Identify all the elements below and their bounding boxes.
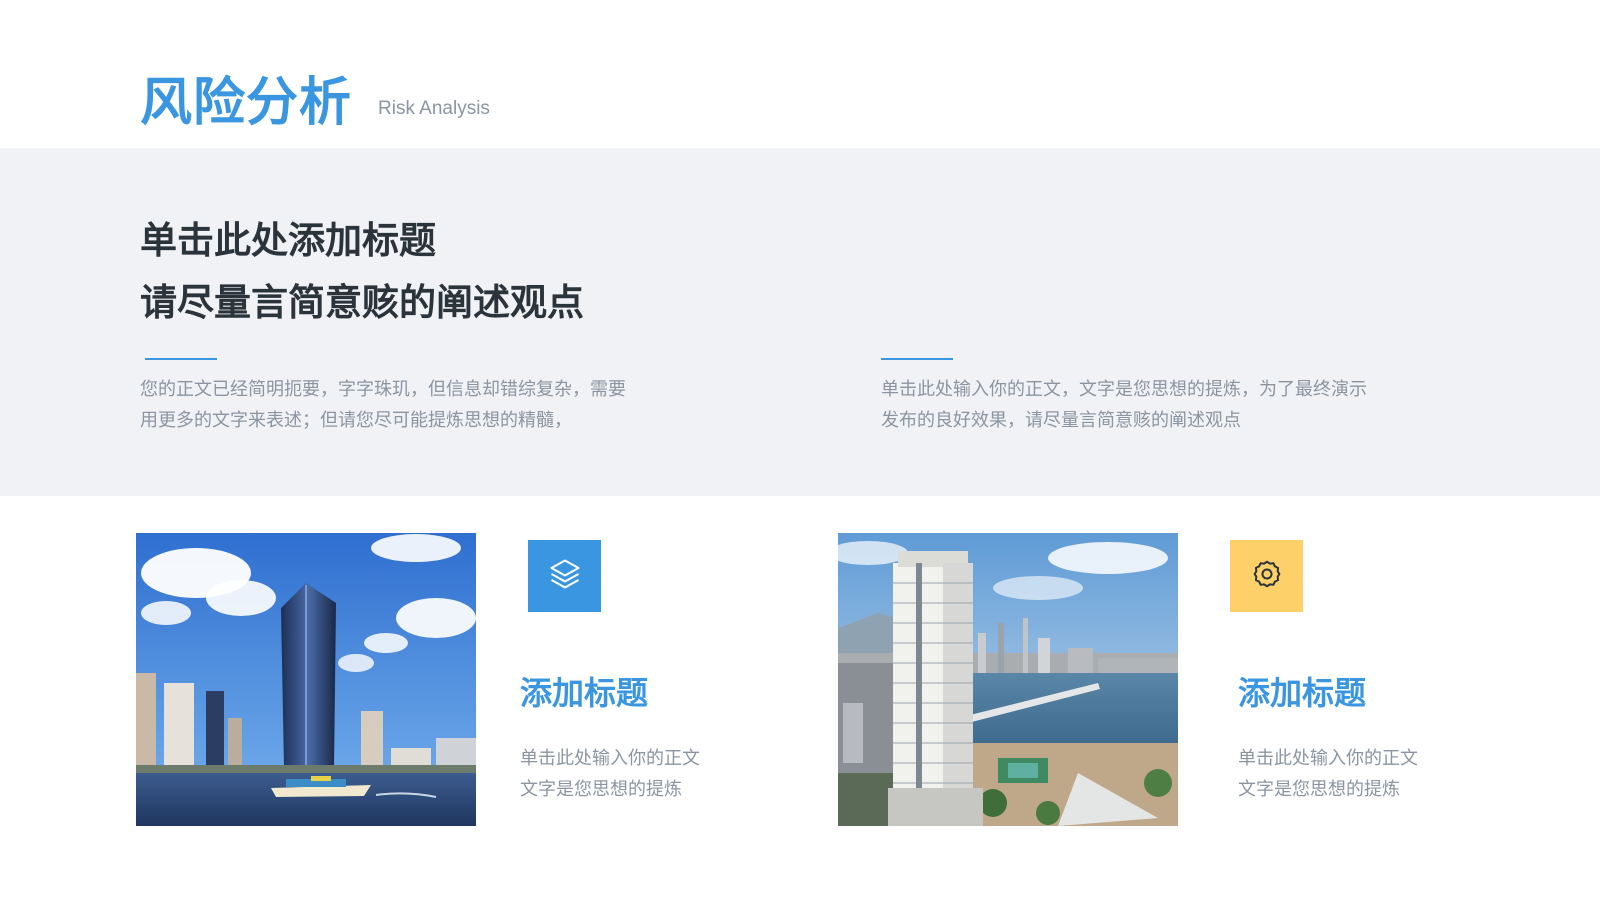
card-1-text-line-2: 文字是您思想的提炼 xyxy=(520,779,682,800)
intro-band: 单击此处添加标题 请尽量言简意赅的阐述观点 您的正文已经简明扼要，字字珠玑，但信… xyxy=(0,148,1600,496)
page-title: 风险分析 xyxy=(140,73,353,133)
harbor-photo xyxy=(838,533,1178,826)
right-paragraph-line-2: 发布的良好效果，请尽量言简意赅的阐述观点 xyxy=(881,410,1241,431)
card-2-text: 单击此处输入你的正文 文字是您思想的提炼 xyxy=(1238,743,1418,805)
gear-icon-box xyxy=(1230,540,1303,612)
intro-headline: 单击此处添加标题 请尽量言简意赅的阐述观点 xyxy=(140,210,584,334)
page-subtitle: Risk Analysis xyxy=(378,98,490,119)
right-divider xyxy=(881,358,953,360)
card-2-text-line-1: 单击此处输入你的正文 xyxy=(1238,748,1418,769)
gear-icon xyxy=(1251,558,1283,594)
card-2-title: 添加标题 xyxy=(1238,674,1367,712)
left-paragraph-line-1: 您的正文已经简明扼要，字字珠玑，但信息却错综复杂，需要 xyxy=(140,379,626,400)
card-1-title: 添加标题 xyxy=(520,674,649,712)
card-1-text-line-1: 单击此处输入你的正文 xyxy=(520,748,700,769)
left-divider xyxy=(145,358,217,360)
right-paragraph-line-1: 单击此处输入你的正文，文字是您思想的提炼，为了最终演示 xyxy=(881,379,1367,400)
card-2-text-line-2: 文字是您思想的提炼 xyxy=(1238,779,1400,800)
left-paragraph: 您的正文已经简明扼要，字字珠玑，但信息却错综复杂，需要 用更多的文字来表述；但请… xyxy=(140,374,720,436)
card-1-text: 单击此处输入你的正文 文字是您思想的提炼 xyxy=(520,743,700,805)
layers-icon-box xyxy=(528,540,601,612)
headline-line-2: 请尽量言简意赅的阐述观点 xyxy=(140,281,584,324)
skyline-photo xyxy=(136,533,476,826)
layers-icon xyxy=(547,556,583,596)
right-paragraph: 单击此处输入你的正文，文字是您思想的提炼，为了最终演示 发布的良好效果，请尽量言… xyxy=(881,374,1461,436)
left-paragraph-line-2: 用更多的文字来表述；但请您尽可能提炼思想的精髓， xyxy=(140,410,572,431)
headline-line-1: 单击此处添加标题 xyxy=(140,219,436,262)
